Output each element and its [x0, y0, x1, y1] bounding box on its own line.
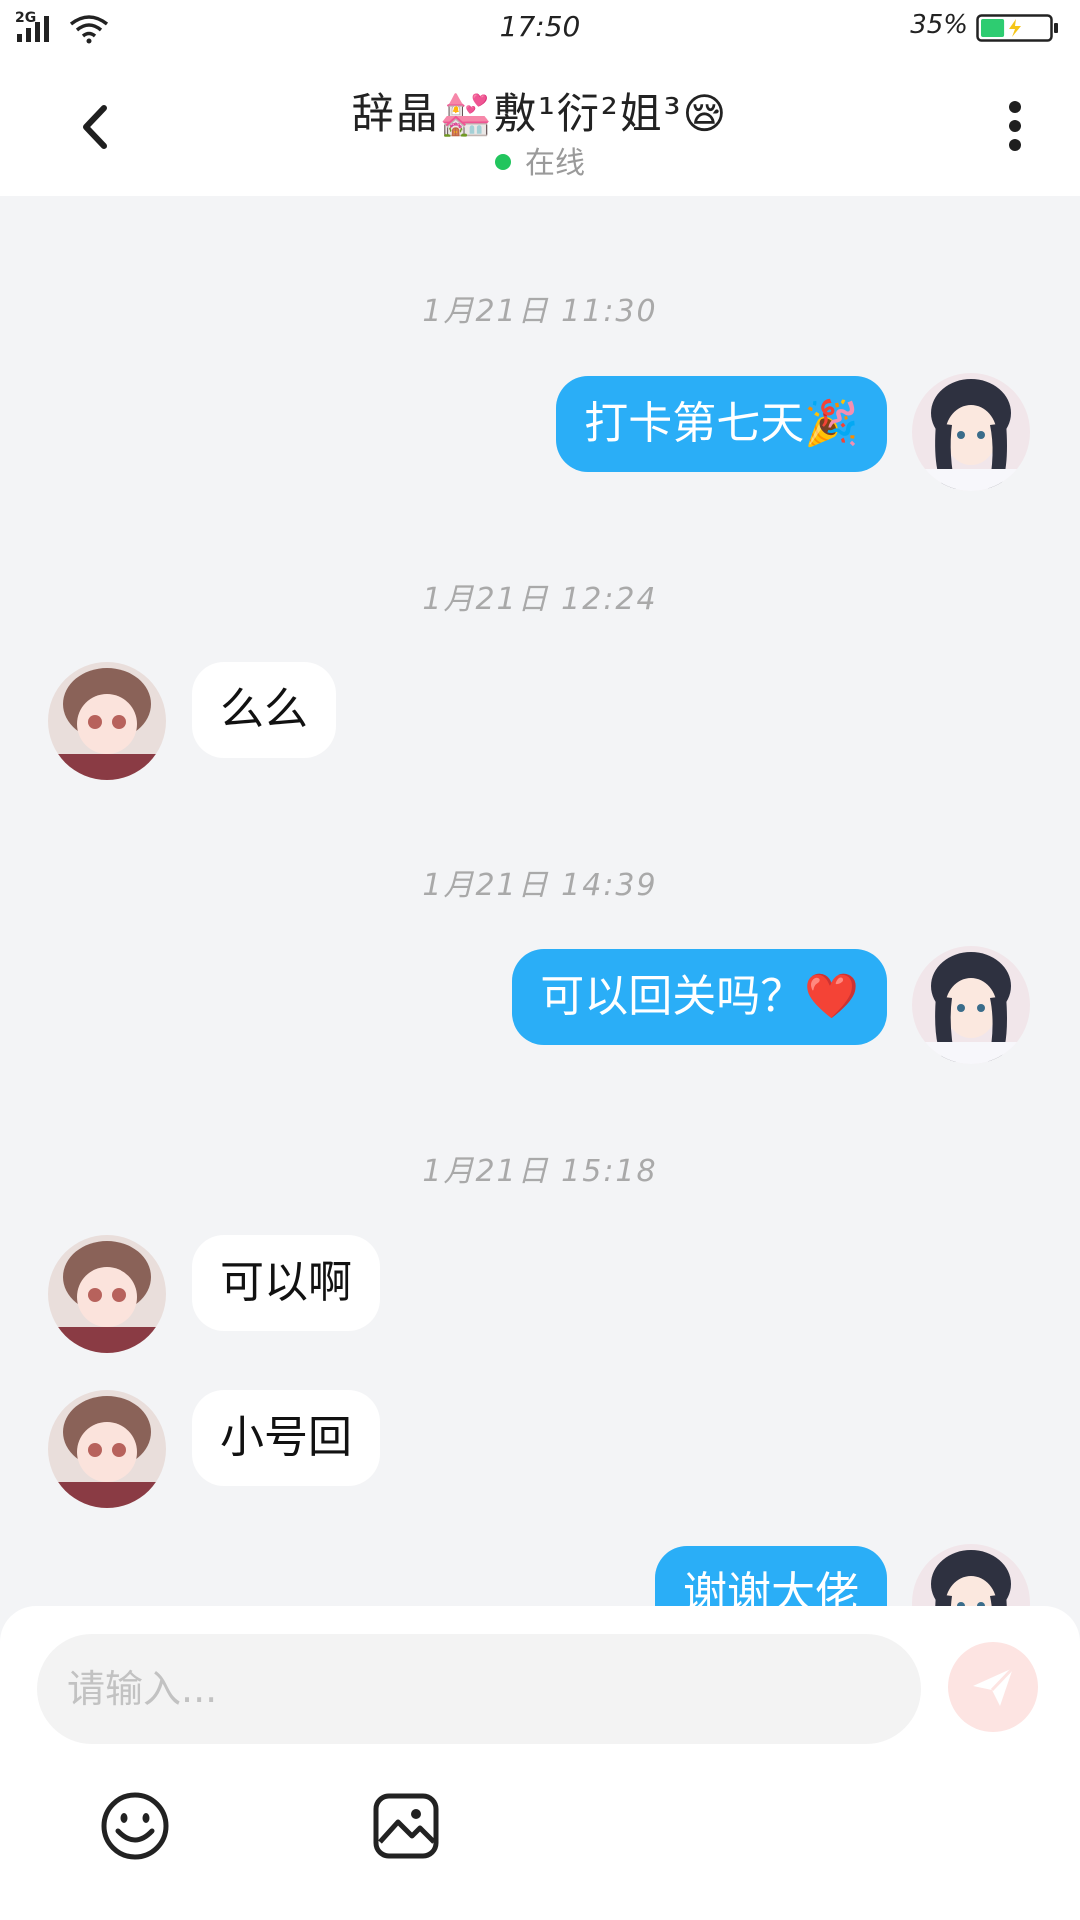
- message-input[interactable]: [37, 1634, 921, 1744]
- timestamp: 1月21日 14:39: [422, 868, 658, 903]
- emoji-button[interactable]: [100, 1791, 170, 1861]
- timestamp: 1月21日 15:18: [422, 1154, 658, 1189]
- my-avatar[interactable]: [912, 946, 1030, 1064]
- online-dot-icon: [495, 153, 511, 170]
- image-button[interactable]: [372, 1792, 440, 1860]
- outgoing-message[interactable]: 谢谢大佬: [655, 1546, 887, 1606]
- incoming-message[interactable]: 么么: [192, 662, 336, 758]
- online-status: 在线: [0, 138, 1080, 182]
- contact-avatar[interactable]: [48, 1390, 166, 1508]
- vertical-dots-icon: [1009, 101, 1021, 113]
- timestamp: 1月21日 11:30: [422, 294, 658, 329]
- my-avatar[interactable]: [912, 373, 1030, 491]
- incoming-message[interactable]: 小号回: [192, 1390, 380, 1486]
- paper-plane-icon: [973, 1666, 1015, 1706]
- outgoing-message[interactable]: 打卡第七天🎉: [556, 376, 887, 472]
- chat-header: 辞晶💒敷¹衍²姐³😪 在线: [0, 60, 1080, 196]
- online-status-label: 在线: [525, 146, 585, 181]
- message-list[interactable]: 1月21日 11:30 打卡第七天🎉 1月21日 12:24 么么 1月21日 …: [0, 196, 1080, 1606]
- outgoing-message[interactable]: 可以回关吗？❤️: [512, 949, 887, 1045]
- message-composer: [0, 1606, 1080, 1920]
- timestamp: 1月21日 12:24: [422, 582, 658, 617]
- contact-avatar[interactable]: [48, 662, 166, 780]
- send-button[interactable]: [948, 1642, 1038, 1732]
- contact-name: 辞晶💒敷¹衍²姐³😪: [351, 89, 729, 138]
- contact-avatar[interactable]: [48, 1235, 166, 1353]
- incoming-message[interactable]: 可以啊: [192, 1235, 380, 1331]
- battery-icon: [976, 14, 1058, 42]
- status-bar: 2G 17:50 35%: [0, 0, 1080, 60]
- my-avatar[interactable]: [912, 1544, 1030, 1606]
- more-options-button[interactable]: [990, 95, 1040, 165]
- battery-percent: 35%: [910, 10, 968, 40]
